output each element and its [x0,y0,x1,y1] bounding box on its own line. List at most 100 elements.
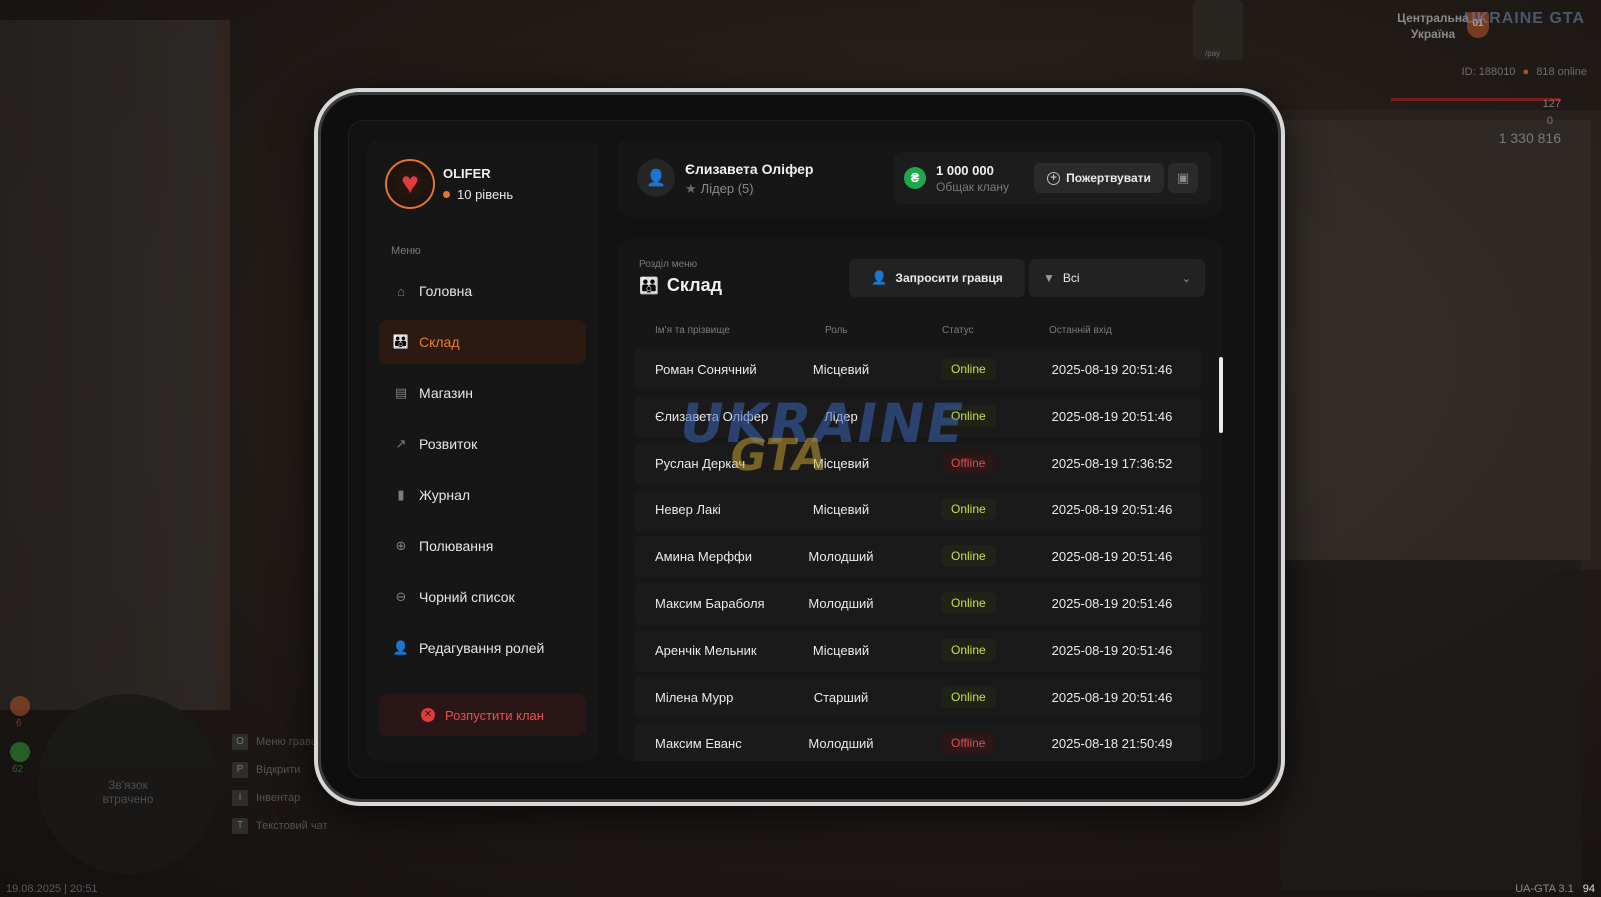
member-role: Старший [813,689,869,705]
member-role: Місцевий [812,642,870,658]
page-title: 👪 Склад [639,275,722,296]
hunger-icon [10,696,30,716]
sidebar-item-development[interactable]: ↗ Розвиток [379,422,586,466]
hud-region-line1: Центральна [1397,11,1469,25]
sidebar-item-home[interactable]: ⌂ Головна [379,269,586,313]
status-badge: Online [941,638,996,661]
status-badge: Online [941,545,996,568]
members-card: Розділ меню 👪 Склад 👤 Запросити гравця ▼… [617,239,1223,761]
page-title-label: Склад [666,275,723,295]
table-row[interactable]: Єлизавета Оліфер Лідер Online 2025-08-19 20… [635,395,1201,438]
tablet-frame: ♥ OLIFER 10 рівень Меню ⌂ Головна 👪 Скла… [314,88,1285,806]
clan-avatar: ♥ [385,159,435,209]
member-name: Невер Лакі [655,502,721,518]
thirst-value: 62 [12,764,24,775]
disband-clan-button[interactable]: ✕ Розпустити клан [379,694,586,736]
sidebar-item-label: Чорний список [419,589,515,605]
health-bar [1391,98,1561,101]
hint-key: P [232,762,248,778]
sidebar-item-label: Полювання [419,538,494,554]
hint-item: T Текстовий чат [232,818,328,834]
table-row[interactable]: Максим Бараболя Молодший Online 2025-08-19 … [635,582,1201,625]
table-row[interactable]: Невер Лакі Місцевий Online 2025-08-19 20:51… [635,489,1201,532]
close-icon: ✕ [421,708,436,722]
status-badge: Offline [941,732,996,755]
sidebar-item-hunting[interactable]: ⊕ Полювання [379,524,586,568]
hud-region-line2: Україна [1410,27,1456,41]
member-last-login: 2025-08-19 20:51:46 [1051,642,1173,658]
table-row[interactable]: Мілена Мурр Старший Online 2025-08-19 20:51… [635,676,1201,719]
hint-label: Текстовий чат [256,820,328,832]
hint-item: P Відкрити [232,762,328,778]
status-badge: Online [941,498,996,521]
table-row[interactable]: Роман Сонячний Місцевий Online 2025-08-19 2… [635,349,1201,391]
sidebar: ♥ OLIFER 10 рівень Меню ⌂ Головна 👪 Скла… [367,139,598,761]
member-role: Місцевий [812,502,870,518]
player-id: ID: 188010 [1461,66,1516,78]
archive-icon: ▣ [1176,170,1190,185]
chart-icon: ↗ [395,436,407,451]
member-role: Лідер [824,408,858,424]
crosshair-icon: ⊕ [395,538,407,553]
member-role: Молодший [808,595,874,611]
sidebar-item-label: Редагування ролей [419,640,545,656]
member-last-login: 2025-08-19 20:51:46 [1051,362,1173,377]
scrollbar[interactable] [1219,357,1223,433]
disband-label: Розпустити клан [445,707,544,723]
filter-icon: ▼ [1043,271,1055,285]
sidebar-item-members[interactable]: 👪 Склад [379,320,586,364]
member-role: Місцевий [812,455,870,471]
member-name: Амина Мерффи [655,549,752,565]
armor-value: 0 [1546,115,1553,127]
table-row[interactable]: Максим Еванс Молодший Offline 2025-08-18 21… [635,723,1201,761]
clan-bank: ₴ 1 000 000 Общак клану + Пожертвувати ▣ [894,152,1211,204]
invite-player-button[interactable]: 👤 Запросити гравця [849,259,1025,297]
hud-bars [1391,98,1561,109]
member-name: Максим Еванс [655,736,742,752]
hint-key: T [232,818,248,834]
members-table: Роман Сонячний Місцевий Online 2025-08-19 2… [635,349,1201,761]
bank-amount: 1 000 000 [936,163,994,178]
header-card: 👤 Єлизавета Оліфер ★ Лідер (5) ₴ 1 000 00… [617,139,1223,217]
sidebar-item-shop[interactable]: ▤ Магазин [379,371,586,415]
online-count: 818 online [1536,66,1587,78]
level-dot-icon [443,191,450,198]
member-role: Місцевий [812,362,870,377]
background-board [1271,110,1601,570]
column-name: Ім'я та прізвище [655,325,730,336]
table-row[interactable]: Аренчік Мельник Місцевий Online 2025-08-19 … [635,629,1201,672]
clan-level: 10 рівень [443,187,513,202]
user-role-label: Лідер (5) [700,181,754,196]
member-role: Молодший [808,736,874,752]
sidebar-item-label: Магазин [419,385,474,401]
menu-title: Меню [391,245,421,257]
member-last-login: 2025-08-19 20:51:46 [1051,549,1173,565]
hint-item: I Інвентар [232,790,328,806]
sidebar-item-roles[interactable]: 👤 Редагування ролей [379,626,586,670]
fps: 94 [1582,883,1595,895]
block-icon: ⊖ [395,589,407,604]
chevron-down-icon: ⌄ [1181,272,1191,285]
table-row[interactable]: Руслан Деркач Місцевий Offline 2025-08-19 1… [635,442,1201,485]
home-icon: ⌂ [397,283,405,299]
plus-circle-icon: + [1047,171,1061,185]
vehicle-label: /pay [1205,49,1221,58]
clan-panel: ♥ OLIFER 10 рівень Меню ⌂ Головна 👪 Скла… [348,120,1255,778]
members-icon: 👪 [392,334,410,349]
hint-key: I [232,790,248,806]
hint-label: Відкрити [256,764,301,776]
sidebar-item-journal[interactable]: ▮ Журнал [379,473,586,517]
clan-name: OLIFER [443,166,491,181]
sidebar-item-blacklist[interactable]: ⊖ Чорний список [379,575,586,619]
status-badge: Online [941,358,996,380]
minimap-status-line1: Зв'язок [108,778,148,792]
status-filter-select[interactable]: ▼ Всі ⌄ [1029,259,1205,297]
user-name: Єлизавета Оліфер [685,161,814,177]
donate-button[interactable]: + Пожертвувати [1034,163,1164,193]
user-edit-icon: 👤 [392,640,410,655]
sidebar-item-label: Розвиток [419,436,478,452]
member-role: Молодший [808,549,874,565]
date-time: 19.08.2025 | 20:51 [6,883,98,895]
bank-history-button[interactable]: ▣ [1168,163,1198,193]
table-row[interactable]: Амина Мерффи Молодший Online 2025-08-19 20:… [635,536,1201,579]
